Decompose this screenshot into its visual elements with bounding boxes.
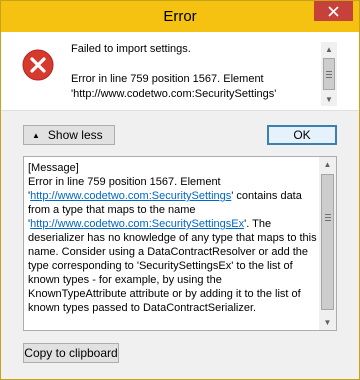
error-icon (22, 49, 54, 81)
close-button[interactable] (314, 1, 353, 21)
scroll-up-icon[interactable]: ▲ (319, 157, 336, 171)
message-scrollbar[interactable]: ▲ ▼ (321, 42, 337, 106)
ok-button[interactable]: OK (267, 125, 337, 145)
message-detail-line1: Error in line 759 position 1567. Element (71, 73, 264, 85)
details-textbox[interactable]: [Message] Error in line 759 position 156… (23, 156, 337, 331)
message-pane: Failed to import settings. Error in line… (1, 32, 359, 110)
security-settings-ex-link[interactable]: http://www.codetwo.com:SecuritySettingsE… (30, 218, 244, 230)
details-header: [Message] (28, 162, 79, 174)
security-settings-link[interactable]: http://www.codetwo.com:SecuritySettings (30, 190, 231, 202)
details-scrollbar[interactable]: ▲ ▼ (319, 157, 336, 330)
scrollbar-thumb[interactable] (321, 174, 334, 310)
message-summary: Failed to import settings. (71, 43, 191, 55)
close-icon (328, 5, 339, 17)
show-less-label: Show less (47, 128, 103, 142)
details-line1: Error in line 759 position 1567. Element (28, 176, 221, 188)
details-after-link2: '. The deserializer has no knowledge of … (28, 218, 317, 314)
scroll-down-icon[interactable]: ▼ (321, 92, 337, 106)
divider (1, 110, 359, 111)
message-detail-line2: 'http://www.codetwo.com:SecuritySettings… (71, 88, 277, 100)
copy-to-clipboard-button[interactable]: Copy to clipboard (23, 343, 119, 363)
scroll-down-icon[interactable]: ▼ (319, 315, 336, 329)
details-body: Error in line 759 position 1567. Element… (28, 175, 318, 315)
message-text: Failed to import settings. Error in line… (71, 42, 316, 108)
copy-label: Copy to clipboard (24, 346, 118, 360)
scroll-up-icon[interactable]: ▲ (321, 42, 337, 56)
title-bar: Error (1, 1, 359, 32)
window-title: Error (163, 8, 197, 25)
ok-label: OK (293, 128, 311, 142)
scrollbar-thumb[interactable] (323, 58, 335, 90)
error-dialog: Error Failed to import settings. Error i… (0, 0, 360, 380)
details-text: [Message] Error in line 759 position 156… (28, 161, 318, 315)
collapse-up-icon: ▲ (32, 130, 40, 140)
show-less-button[interactable]: ▲ Show less (23, 125, 115, 145)
